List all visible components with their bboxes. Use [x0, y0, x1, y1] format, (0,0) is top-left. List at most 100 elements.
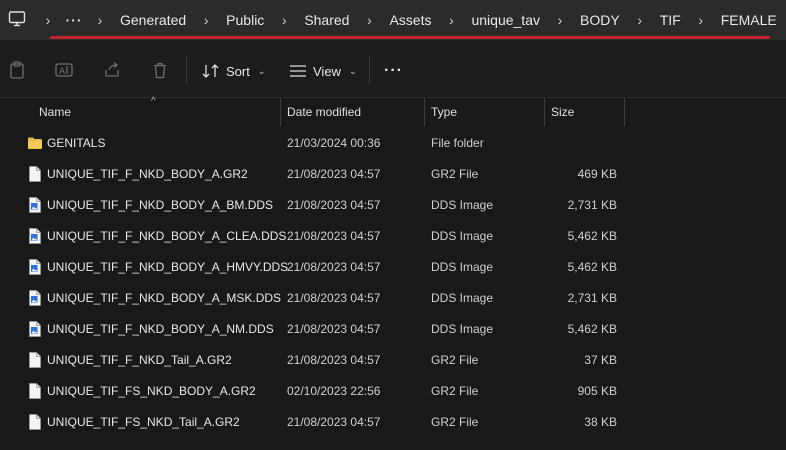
paste-icon[interactable] — [8, 61, 26, 79]
file-size: 5,462 KB — [567, 322, 617, 336]
breadcrumb-item-unique-tav[interactable]: unique_tav — [463, 12, 548, 28]
computer-icon[interactable] — [8, 10, 26, 28]
svg-text:A: A — [59, 67, 66, 77]
file-size: 2,731 KB — [567, 198, 617, 212]
breadcrumb-item-female[interactable]: FEMALE — [713, 12, 785, 28]
table-row[interactable]: UNIQUE_TIF_F_NKD_BODY_A_NM.DDS 21/08/2023… — [0, 314, 786, 345]
file-name: UNIQUE_TIF_F_NKD_Tail_A.GR2 — [47, 353, 232, 367]
file-size: 5,462 KB — [567, 229, 617, 243]
chevron-right-icon[interactable]: › — [194, 12, 218, 28]
image-file-icon — [28, 321, 42, 337]
file-type: DDS Image — [431, 260, 494, 274]
chevron-right-icon[interactable]: › — [548, 12, 572, 28]
chevron-right-icon[interactable]: › — [439, 12, 463, 28]
file-name: UNIQUE_TIF_F_NKD_BODY_A_NM.DDS — [47, 322, 274, 336]
file-type: GR2 File — [431, 167, 479, 181]
sort-button[interactable]: Sort ⌄ — [202, 60, 265, 82]
file-name: GENITALS — [47, 136, 106, 150]
file-type: GR2 File — [431, 384, 479, 398]
table-row[interactable]: UNIQUE_TIF_F_NKD_BODY_A_BM.DDS 21/08/2023… — [0, 190, 786, 221]
table-row[interactable]: UNIQUE_TIF_F_NKD_BODY_A.GR2 21/08/2023 04… — [0, 159, 786, 190]
column-header-date[interactable]: Date modified — [281, 98, 425, 126]
column-header-name[interactable]: Name — [33, 98, 281, 126]
file-icon — [28, 166, 42, 182]
date-modified: 21/08/2023 04:57 — [287, 260, 381, 274]
image-file-icon — [28, 259, 42, 275]
sort-label: Sort — [226, 63, 250, 79]
breadcrumb-item-generated[interactable]: Generated — [112, 12, 194, 28]
chevron-right-icon[interactable]: › — [272, 12, 296, 28]
breadcrumb-item-assets[interactable]: Assets — [381, 12, 439, 28]
file-type: GR2 File — [431, 353, 479, 367]
file-name: UNIQUE_TIF_F_NKD_BODY_A_MSK.DDS — [47, 291, 282, 305]
file-type: DDS Image — [431, 291, 494, 305]
file-size: 2,731 KB — [567, 291, 617, 305]
file-type: GR2 File — [431, 415, 479, 429]
file-type: File folder — [431, 136, 484, 150]
chevron-right-icon[interactable]: › — [689, 12, 713, 28]
file-icon — [28, 383, 42, 399]
column-header-type[interactable]: Type — [425, 98, 545, 126]
date-modified: 21/08/2023 04:57 — [287, 167, 381, 181]
date-modified: 21/08/2023 04:57 — [287, 229, 381, 243]
file-name: UNIQUE_TIF_F_NKD_BODY_A_BM.DDS — [47, 198, 274, 212]
address-bar[interactable]: › ··· › Generated › Public › Shared › As… — [0, 0, 786, 40]
file-size: 905 KB — [577, 384, 617, 398]
breadcrumb-item-body[interactable]: BODY — [572, 12, 628, 28]
sort-icon — [202, 64, 219, 78]
breadcrumb-item-shared[interactable]: Shared — [296, 12, 357, 28]
file-size: 38 KB — [584, 415, 617, 429]
toolbar-divider — [186, 56, 187, 84]
file-type: DDS Image — [431, 322, 494, 336]
chevron-right-icon[interactable]: › — [628, 12, 652, 28]
highlight-underline — [50, 36, 770, 39]
image-file-icon — [28, 197, 42, 213]
table-row[interactable]: UNIQUE_TIF_F_NKD_BODY_A_HMVY.DDS 21/08/20… — [0, 252, 786, 283]
file-icon — [28, 414, 42, 430]
date-modified: 21/08/2023 04:57 — [287, 415, 381, 429]
delete-icon[interactable] — [151, 61, 169, 79]
table-row[interactable]: UNIQUE_TIF_F_NKD_BODY_A_MSK.DDS 21/08/202… — [0, 283, 786, 314]
image-file-icon — [28, 228, 42, 244]
image-file-icon — [28, 290, 42, 306]
breadcrumb-overflow[interactable]: ··· — [60, 12, 88, 28]
file-name: UNIQUE_TIF_F_NKD_BODY_A.GR2 — [47, 167, 248, 181]
table-row[interactable]: UNIQUE_TIF_F_NKD_BODY_A_CLEA.DDS 21/08/20… — [0, 221, 786, 252]
command-bar: A Sort ⌄ View ⌄ ··· — [0, 40, 786, 98]
chevron-down-icon: ⌄ — [348, 65, 357, 76]
view-button[interactable]: View ⌄ — [289, 60, 357, 82]
file-name: UNIQUE_TIF_FS_NKD_BODY_A.GR2 — [47, 384, 256, 398]
chevron-right-icon[interactable]: › — [357, 12, 381, 28]
file-size: 469 KB — [577, 167, 617, 181]
view-icon — [290, 65, 306, 77]
table-row[interactable]: UNIQUE_TIF_F_NKD_Tail_A.GR2 21/08/2023 04… — [0, 345, 786, 376]
breadcrumb-item-public[interactable]: Public — [218, 12, 272, 28]
chevron-right-icon[interactable]: › — [36, 12, 60, 28]
column-header-size[interactable]: Size — [545, 98, 625, 126]
date-modified: 21/08/2023 04:57 — [287, 353, 381, 367]
date-modified: 21/08/2023 04:57 — [287, 291, 381, 305]
folder-icon — [27, 135, 42, 151]
file-name: UNIQUE_TIF_F_NKD_BODY_A_CLEA.DDS — [47, 229, 287, 243]
date-modified: 02/10/2023 22:56 — [287, 384, 381, 398]
share-icon[interactable] — [103, 61, 121, 79]
file-type: DDS Image — [431, 198, 494, 212]
view-label: View — [313, 63, 341, 79]
toolbar-divider — [369, 56, 370, 84]
file-size: 5,462 KB — [567, 260, 617, 274]
file-list: GENITALS 21/03/2024 00:36 File folder UNIQU… — [0, 128, 786, 438]
date-modified: 21/03/2024 00:36 — [287, 136, 381, 150]
chevron-down-icon: ⌄ — [257, 65, 266, 76]
breadcrumb-item-tif[interactable]: TIF — [652, 12, 689, 28]
file-name: UNIQUE_TIF_FS_NKD_Tail_A.GR2 — [47, 415, 240, 429]
table-row[interactable]: GENITALS 21/03/2024 00:36 File folder — [0, 128, 786, 159]
column-headers: ^ Name Date modified Type Size — [0, 96, 786, 126]
chevron-right-icon[interactable]: › — [88, 12, 112, 28]
more-options-button[interactable]: ··· — [384, 62, 403, 80]
file-name: UNIQUE_TIF_F_NKD_BODY_A_HMVY.DDS — [47, 260, 289, 274]
date-modified: 21/08/2023 04:57 — [287, 322, 381, 336]
table-row[interactable]: UNIQUE_TIF_FS_NKD_BODY_A.GR2 02/10/2023 2… — [0, 376, 786, 407]
table-row[interactable]: UNIQUE_TIF_FS_NKD_Tail_A.GR2 21/08/2023 0… — [0, 407, 786, 438]
rename-icon[interactable]: A — [55, 61, 73, 79]
file-icon — [28, 352, 42, 368]
